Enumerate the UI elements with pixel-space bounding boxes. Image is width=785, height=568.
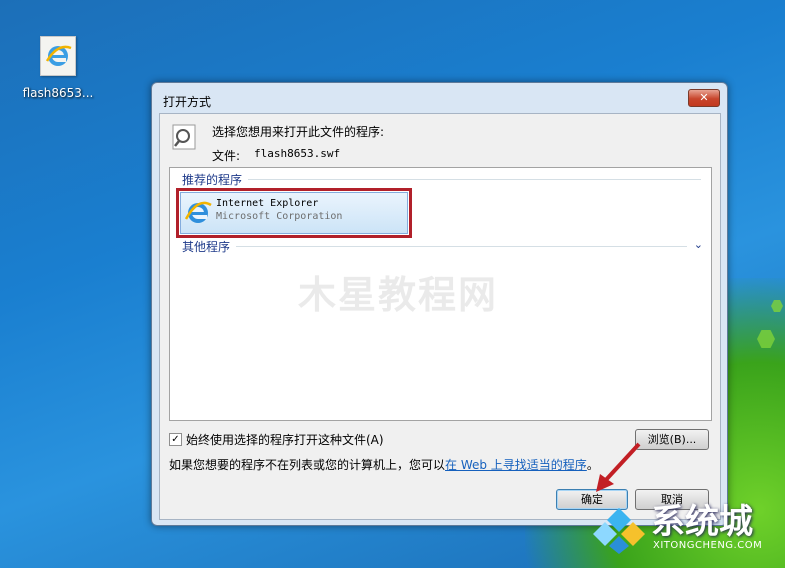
internet-explorer-icon: [184, 201, 212, 223]
close-button[interactable]: ✕: [688, 89, 720, 107]
other-programs-header[interactable]: 其他程序: [182, 238, 230, 255]
brand-watermark: 系统城 XITONGCHENG.COM: [589, 494, 779, 564]
find-on-web-link[interactable]: 在 Web 上寻找适当的程序: [445, 458, 587, 472]
program-name: Internet Explorer: [216, 198, 319, 209]
file-label: 文件:: [212, 149, 241, 163]
chevron-down-icon[interactable]: ⌄: [694, 238, 703, 251]
annotation-arrow-icon: [596, 442, 641, 492]
desktop-file-icon[interactable]: flash8653...: [18, 36, 98, 100]
brand-url: XITONGCHENG.COM: [653, 540, 763, 551]
brand-name: 系统城: [651, 502, 753, 542]
dialog-title: 打开方式: [163, 95, 212, 109]
watermark-text: 木星教程网: [298, 273, 499, 317]
desktop-file-label: flash8653...: [22, 86, 94, 100]
program-item-internet-explorer[interactable]: Internet Explorer Microsoft Corporation: [176, 188, 412, 238]
browse-button[interactable]: 浏览(B)...: [635, 429, 709, 450]
always-use-label: 始终使用选择的程序打开这种文件(A): [186, 433, 384, 447]
hint-prefix: 如果您想要的程序不在列表或您的计算机上，您可以: [169, 458, 446, 472]
hint-text: 如果您想要的程序不在列表或您的计算机上，您可以在 Web 上寻找适当的程序。: [169, 456, 599, 473]
search-file-icon: [172, 124, 196, 150]
group-divider: [248, 179, 701, 180]
title-bar[interactable]: 打开方式 ✕: [152, 83, 727, 113]
ie-file-icon: [40, 36, 76, 76]
always-use-option[interactable]: ✓ 始终使用选择的程序打开这种文件(A): [169, 431, 384, 448]
prompt-text: 选择您想用来打开此文件的程序:: [212, 125, 385, 139]
program-publisher: Microsoft Corporation: [216, 211, 343, 222]
program-list[interactable]: 推荐的程序 Internet Explorer Microsoft Corpor…: [169, 167, 712, 421]
recommended-header: 推荐的程序: [182, 173, 243, 187]
always-use-checkbox[interactable]: ✓: [169, 433, 182, 446]
group-divider: [236, 246, 687, 247]
file-name: flash8653.swf: [254, 147, 341, 160]
program-item-selected: Internet Explorer Microsoft Corporation: [180, 192, 408, 234]
brand-logo-icon: [593, 508, 645, 554]
